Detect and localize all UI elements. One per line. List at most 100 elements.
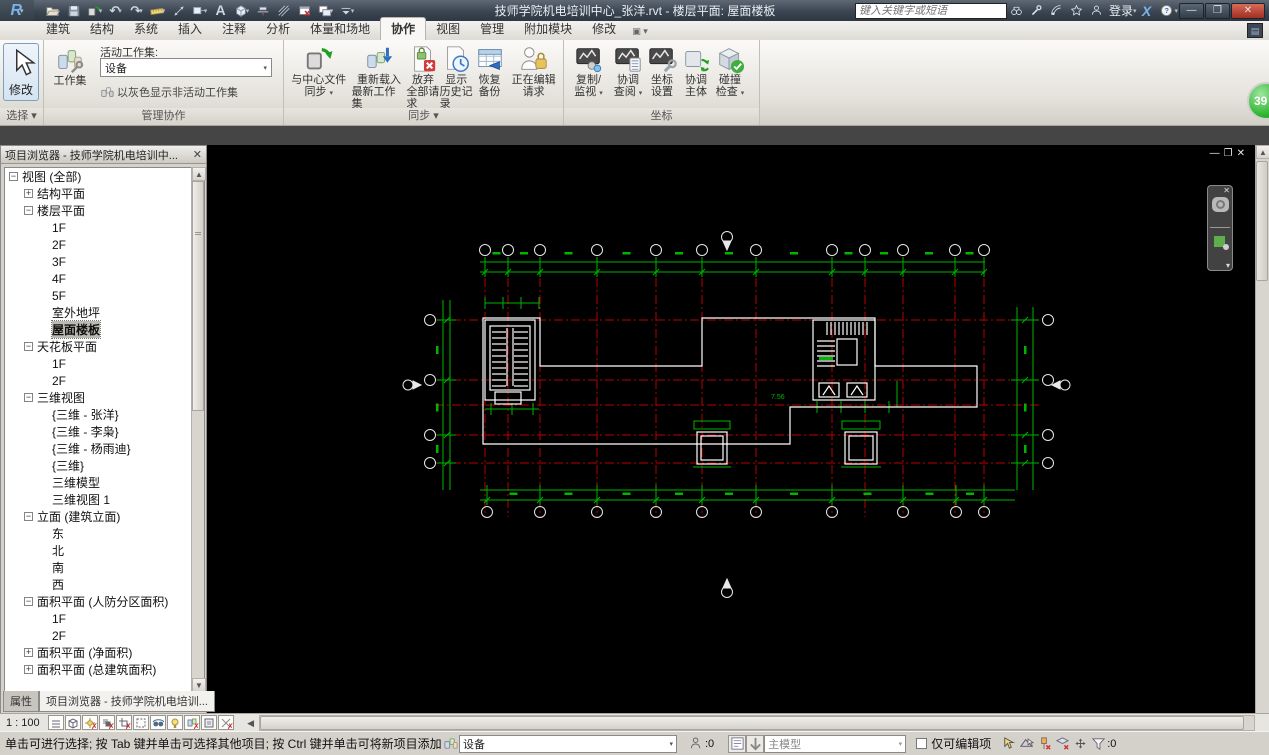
properties-tab[interactable]: 属性 [3, 691, 39, 712]
close-button[interactable]: ✕ [1231, 2, 1265, 19]
tree-item[interactable]: 西 [5, 576, 204, 593]
select-by-face-toggle[interactable] [1053, 735, 1071, 753]
drawing-canvas[interactable]: 7.56 —❐✕ ✕ ▾ [207, 145, 1255, 713]
modify-tab-extra-icon[interactable]: ▣ ▾ [632, 26, 648, 40]
navbar-close-icon[interactable]: ✕ [1223, 186, 1230, 195]
filter-icon[interactable] [1089, 735, 1107, 753]
canvas-vscroll-thumb[interactable] [1256, 161, 1268, 281]
tree-item[interactable]: − 视图 (全部) [5, 168, 204, 185]
tab-6[interactable]: 分析 [256, 18, 300, 40]
exchange-apps-icon[interactable]: X [1136, 3, 1156, 19]
view-window-controls[interactable]: —❐✕ [1210, 148, 1249, 159]
canvas-hscroll-thumb[interactable] [259, 715, 1245, 730]
close-hidden-icon[interactable] [295, 2, 314, 19]
tree-item[interactable]: 2F [5, 627, 204, 644]
active-design-option-icon[interactable] [746, 734, 765, 753]
open-icon[interactable] [43, 2, 62, 19]
sign-in-icon[interactable] [1087, 3, 1107, 19]
browser-scroll-thumb[interactable] [192, 181, 204, 411]
history-button[interactable]: 显示 历史记录 [440, 42, 473, 110]
modify-button[interactable]: 修改 [3, 43, 39, 101]
communication-center-icon[interactable] [1047, 3, 1067, 19]
select-pinned-toggle[interactable] [1035, 735, 1053, 753]
reveal-hidden-elements-icon[interactable] [166, 715, 183, 730]
restore-button[interactable]: 恢复 备份 [473, 42, 506, 98]
tab-8[interactable]: 协作 [380, 17, 427, 40]
undo-icon[interactable]: ↶ ▾ [106, 2, 125, 19]
tab-2[interactable]: 结构 [80, 18, 124, 40]
tab-3[interactable]: 系统 [124, 18, 168, 40]
tab-7[interactable]: 体量和场地 [300, 18, 380, 40]
tree-item[interactable]: + 结构平面 [5, 185, 204, 202]
coord-host-button[interactable]: 协调 主体 [679, 42, 713, 98]
edit-requests-button[interactable]: 正在编辑 请求 [506, 42, 561, 98]
view-scale[interactable]: 1 : 100 [6, 717, 40, 729]
tree-item[interactable]: 1F [5, 219, 204, 236]
reload-button[interactable]: 重新载入 最新工作集 [352, 42, 407, 110]
subscription-icon[interactable] [1027, 3, 1047, 19]
tree-item[interactable]: 三维模型 [5, 474, 204, 491]
redo-icon[interactable]: ↷ ▾ [127, 2, 146, 19]
save-icon[interactable] [64, 2, 83, 19]
tree-item[interactable]: {三维} [5, 457, 204, 474]
help-icon[interactable]: ? [1156, 3, 1176, 19]
tree-item[interactable]: + 面积平面 (净面积) [5, 644, 204, 661]
temporary-view-properties-icon[interactable] [200, 715, 217, 730]
tree-item[interactable]: 室外地坪 [5, 304, 204, 321]
design-option-combobox[interactable]: 主模型 ▾ [764, 734, 907, 753]
tree-item[interactable]: 5F [5, 287, 204, 304]
tree-item[interactable]: − 楼层平面 [5, 202, 204, 219]
measure-icon[interactable]: ▾ [148, 2, 167, 19]
workset-status-combobox[interactable]: 设备 ▾ [459, 734, 677, 753]
synchronize-panel-label[interactable]: 同步 ▾ [284, 108, 563, 125]
tab-9[interactable]: 视图 [426, 18, 470, 40]
active-workset-combobox[interactable]: 设备 ▾ [100, 58, 272, 77]
tab-5[interactable]: 注释 [212, 18, 256, 40]
tree-item[interactable]: 屋面楼板 [5, 320, 204, 339]
search-icon[interactable] [1007, 3, 1027, 19]
tree-item[interactable]: 2F [5, 372, 204, 389]
project-browser-close-icon[interactable]: ✕ [193, 148, 202, 161]
zoom-icon[interactable] [1214, 236, 1229, 250]
analytical-model-off-icon[interactable]: ✗ [217, 715, 234, 731]
revit-app-button[interactable]: R ▾ [0, 0, 34, 21]
worksharing-display-off-icon[interactable]: ✗ [183, 715, 200, 731]
sync-central-icon[interactable]: ▾ [85, 2, 104, 19]
tab-10[interactable]: 管理 [470, 18, 514, 40]
tab-1[interactable]: 建筑 [36, 18, 80, 40]
tree-item[interactable]: − 三维视图 [5, 389, 204, 406]
navigation-bar[interactable]: ✕ ▾ [1207, 185, 1233, 271]
browser-scrollbar[interactable]: ▲ ▼ [191, 167, 206, 692]
tree-item[interactable]: 1F [5, 355, 204, 372]
shadows-off-icon[interactable]: ✗ [98, 715, 115, 731]
minimize-button[interactable]: — [1179, 2, 1204, 19]
canvas-horizontal-scrollbar[interactable] [258, 714, 1255, 731]
switch-windows-icon[interactable]: ▾ [316, 2, 335, 19]
tree-item[interactable]: + 面积平面 (总建筑面积) [5, 661, 204, 678]
tree-item[interactable]: 三维视图 1 [5, 491, 204, 508]
editing-requests-icon[interactable] [687, 735, 705, 753]
tree-item[interactable]: 1F [5, 610, 204, 627]
select-panel-label[interactable]: 选择 ▾ [0, 108, 43, 125]
project-browser-tab[interactable]: 项目浏览器 - 技师学院机电培训... [39, 691, 215, 712]
tree-item[interactable]: 东 [5, 525, 204, 542]
tab-12[interactable]: 修改 [582, 18, 626, 40]
tree-item[interactable]: {三维 - 李枭} [5, 423, 204, 440]
section-icon[interactable] [253, 2, 272, 19]
navbar-chevron-icon[interactable]: ▾ [1226, 261, 1230, 270]
restore-button[interactable]: ❐ [1205, 2, 1230, 19]
coord-review-button[interactable]: 协调 查阅 ▾ [611, 42, 645, 100]
select-links-toggle[interactable] [999, 735, 1017, 753]
tree-item[interactable]: {三维 - 张洋} [5, 406, 204, 423]
tab-4[interactable]: 插入 [168, 18, 212, 40]
sun-path-off-icon[interactable]: ✗ [81, 715, 98, 731]
view-3d-icon[interactable]: ▾ [232, 2, 251, 19]
customize-icon[interactable]: ▾ [337, 2, 356, 19]
gray-inactive-worksets-toggle[interactable]: 以灰色显示非活动工作集 [100, 84, 238, 100]
tree-item[interactable]: 北 [5, 542, 204, 559]
favorites-icon[interactable] [1067, 3, 1087, 19]
show-crop-region-icon[interactable] [132, 715, 149, 730]
tree-item[interactable]: 3F [5, 253, 204, 270]
tab-11[interactable]: 附加模块 [514, 18, 582, 40]
text-icon[interactable]: A [211, 2, 230, 19]
